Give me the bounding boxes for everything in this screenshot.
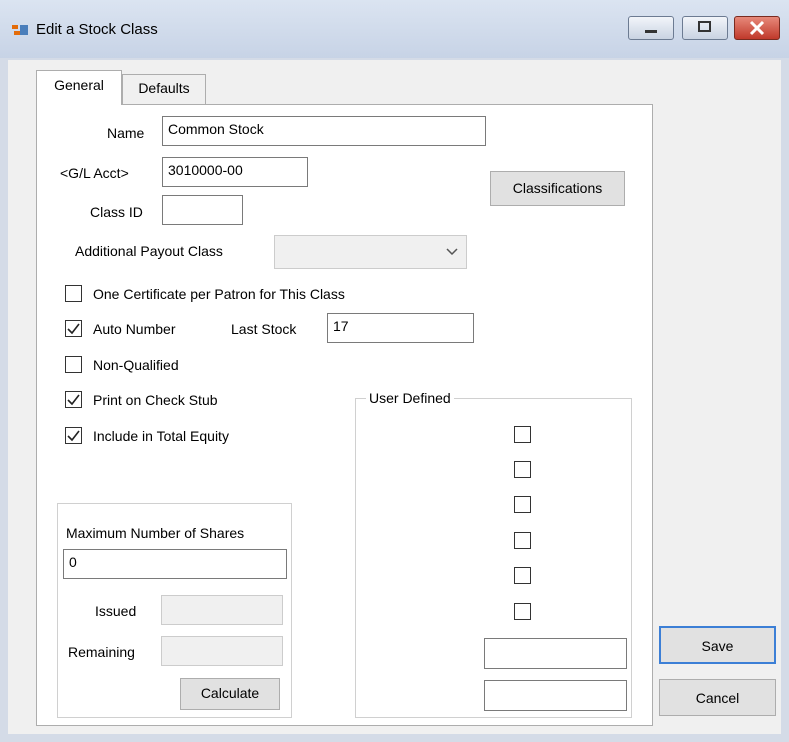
- payout-class-label: Additional Payout Class: [75, 243, 223, 259]
- classifications-button[interactable]: Classifications: [490, 171, 625, 206]
- checkmark-icon: [67, 394, 80, 406]
- minimize-button[interactable]: [628, 16, 674, 40]
- user-defined-checkbox-5[interactable]: [514, 567, 531, 584]
- calculate-button[interactable]: Calculate: [180, 678, 280, 710]
- minimize-icon: [645, 30, 657, 33]
- class-id-input[interactable]: [162, 195, 243, 225]
- max-shares-input[interactable]: 0: [63, 549, 287, 579]
- payout-class-select[interactable]: [274, 235, 467, 269]
- tab-general[interactable]: General: [36, 70, 122, 105]
- total-equity-checkbox[interactable]: [65, 427, 82, 444]
- one-certificate-label: One Certificate per Patron for This Clas…: [93, 286, 345, 302]
- dialog-window: Edit a Stock Class General Defaults Name…: [0, 0, 789, 742]
- save-button[interactable]: Save: [659, 626, 776, 664]
- maximize-button[interactable]: [682, 16, 728, 40]
- close-icon: [749, 20, 765, 36]
- non-qualified-checkbox[interactable]: [65, 356, 82, 373]
- remaining-input: [161, 636, 283, 666]
- user-defined-group: User Defined: [355, 390, 632, 718]
- user-defined-checkbox-6[interactable]: [514, 603, 531, 620]
- maximize-icon: [698, 21, 711, 32]
- window-title: Edit a Stock Class: [36, 21, 158, 38]
- dialog-body: General Defaults Name Common Stock <G/L …: [8, 60, 781, 734]
- name-input[interactable]: Common Stock: [162, 116, 486, 146]
- user-defined-checkbox-1[interactable]: [514, 426, 531, 443]
- user-defined-checkbox-2[interactable]: [514, 461, 531, 478]
- auto-number-label: Auto Number: [93, 321, 176, 337]
- checkmark-icon: [67, 323, 80, 335]
- non-qualified-label: Non-Qualified: [93, 357, 179, 373]
- issued-label: Issued: [95, 603, 137, 619]
- user-defined-checkbox-4[interactable]: [514, 532, 531, 549]
- max-shares-label: Maximum Number of Shares: [66, 525, 245, 541]
- chevron-down-icon: [446, 248, 458, 256]
- name-label: Name: [107, 125, 145, 141]
- checkmark-icon: [67, 430, 80, 442]
- user-defined-text-1[interactable]: [484, 638, 627, 669]
- print-check-stub-checkbox[interactable]: [65, 391, 82, 408]
- issued-input: [161, 595, 283, 625]
- one-certificate-checkbox[interactable]: [65, 285, 82, 302]
- title-bar[interactable]: Edit a Stock Class: [0, 0, 789, 58]
- user-defined-text-2[interactable]: [484, 680, 627, 711]
- gl-acct-input[interactable]: 3010000-00: [162, 157, 308, 187]
- general-tab-panel: Name Common Stock <G/L Acct> 3010000-00 …: [36, 104, 653, 726]
- tab-defaults[interactable]: Defaults: [122, 74, 206, 105]
- user-defined-title: User Defined: [366, 390, 454, 406]
- shares-group: Maximum Number of Shares 0 Issued Remain…: [57, 503, 292, 718]
- remaining-label: Remaining: [68, 644, 135, 660]
- app-icon: [12, 22, 30, 38]
- class-id-label: Class ID: [90, 204, 143, 220]
- last-stock-label: Last Stock: [231, 321, 297, 337]
- gl-acct-link[interactable]: <G/L Acct>: [60, 165, 129, 181]
- last-stock-input[interactable]: 17: [327, 313, 474, 343]
- auto-number-checkbox[interactable]: [65, 320, 82, 337]
- cancel-button[interactable]: Cancel: [659, 679, 776, 716]
- user-defined-checkbox-3[interactable]: [514, 496, 531, 513]
- print-check-stub-label: Print on Check Stub: [93, 392, 218, 408]
- total-equity-label: Include in Total Equity: [93, 428, 229, 444]
- close-button[interactable]: [734, 16, 780, 40]
